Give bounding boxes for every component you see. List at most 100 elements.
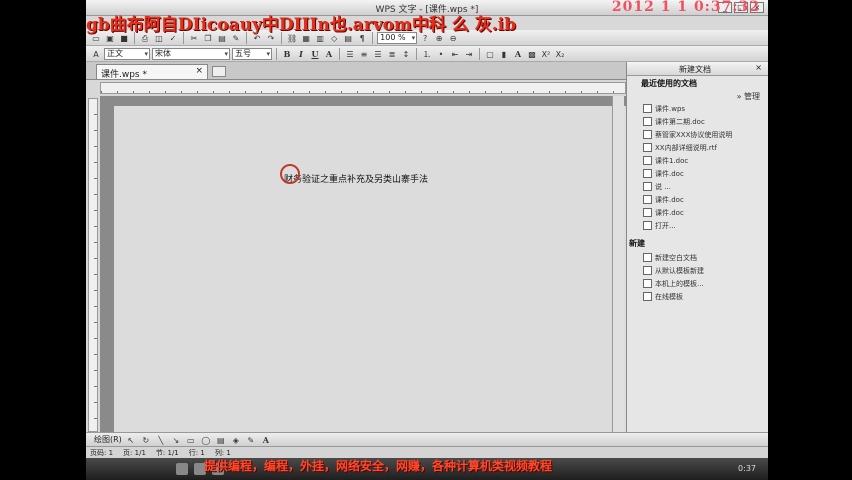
align-center-icon[interactable]: ≡ [358,48,370,60]
bold-button[interactable]: B [281,48,293,60]
increase-indent-icon[interactable]: ⇥ [463,48,475,60]
mouse-cursor-highlight [280,164,300,184]
line-spacing-icon[interactable]: ↕ [400,48,412,60]
footer-ad-text: 提供编程，编程，外挂，网络安全，网赚，各种计算机类视频教程 [204,459,553,473]
open-item[interactable]: 打开... [627,219,768,232]
font-select[interactable]: 宋体 [152,47,230,60]
superscript-button[interactable]: X² [540,48,552,60]
recent-doc-item[interactable]: 课件第二期.doc [627,115,768,128]
taskbar-clock: 0:37 [738,464,756,473]
document-page[interactable]: 财务验证之重点补充及另类山寨手法 [114,106,626,432]
document-icon [643,156,652,165]
decrease-indent-icon[interactable]: ⇤ [449,48,461,60]
recent-docs-heading: 最近使用的文档 [641,79,697,88]
new-blank-doc-item[interactable]: 新建空白文档 [627,251,768,264]
open-folder-icon [643,221,652,230]
vertical-scrollbar[interactable] [612,96,624,432]
toolbar-divider [339,47,340,60]
tab-label: 课件.wps * [101,70,147,80]
recent-docs-list: 课件.wps 课件第二期.doc 蔡管家XXX协议使用说明 XX内部详细说明.r… [627,102,768,232]
task-pane-header: 新建文档 × [627,62,768,76]
recording-clock: 2012 1 1 0:37:32 [611,0,760,15]
document-icon [643,117,652,126]
status-pages: 页: 1/1 [123,448,146,457]
recent-doc-item[interactable]: 课件.doc [627,206,768,219]
wps-window: WPS 文字 - [课件.wps *] _ □ × ▭ ▣ ■ ⎙ ◫ ✓ ✂ … [86,0,768,480]
justify-icon[interactable]: ≣ [386,48,398,60]
drawing-menu[interactable]: 绘图(R) [94,434,122,445]
line-color-icon[interactable]: ✎ [245,434,257,446]
recent-doc-item[interactable]: 课件.doc [627,193,768,206]
bullets-icon[interactable]: • [435,48,447,60]
new-from-default-item[interactable]: 从默认模板新建 [627,264,768,277]
manage-link[interactable]: » 管理 [627,91,768,102]
recent-doc-item[interactable]: 课件.wps [627,102,768,115]
task-pane-close-icon[interactable]: × [755,63,762,72]
toolbar-divider [416,47,417,60]
vertical-ruler[interactable] [88,98,98,432]
document-tab-bar: 课件.wps * × [86,62,626,80]
fill-color-icon[interactable]: ◈ [230,434,242,446]
recent-doc-item[interactable]: 课件1.doc [627,154,768,167]
globe-icon [643,292,652,301]
underline-button[interactable]: U [309,48,321,60]
textbox-icon[interactable]: ▤ [215,434,227,446]
local-templates-item[interactable]: 本机上的模板... [627,277,768,290]
status-page: 页码: 1 [90,448,114,457]
italic-button[interactable]: I [295,48,307,60]
recent-doc-item[interactable]: XX内部详细说明.rtf [627,141,768,154]
new-heading: 新建 [629,239,645,248]
document-icon [643,208,652,217]
recent-doc-item[interactable]: 蔡管家XXX协议使用说明 [627,128,768,141]
draw-font-color-icon[interactable]: A [260,434,272,446]
oval-icon[interactable]: ◯ [200,434,212,446]
status-row: 行: 1 [188,448,205,457]
rotate-icon[interactable]: ↻ [140,434,152,446]
line-icon[interactable]: ╲ [155,434,167,446]
status-col: 列: 1 [214,448,231,457]
document-area: 财务验证之重点补充及另类山寨手法 [100,96,626,432]
format-toolbar: A 正文 宋体 五号 B I U A ☰ ≡ ☰ ≣ ↕ ⒈ • ⇤ ⇥ ▢ ▮… [86,46,768,62]
close-tab-icon[interactable]: × [195,66,203,76]
start-icon[interactable] [176,463,188,475]
border-icon[interactable]: ▢ [484,48,496,60]
watermark-text: gb曲布阿自DIicoauy中DIIIn也.arvom中科 么 灰.ib [86,15,517,35]
document-icon [643,169,652,178]
horizontal-ruler[interactable] [100,82,626,94]
font-color-icon[interactable]: A [512,48,524,60]
align-right-icon[interactable]: ☰ [372,48,384,60]
document-icon [643,130,652,139]
document-icon [643,143,652,152]
new-tab-icon[interactable] [212,66,226,77]
align-left-icon[interactable]: ☰ [344,48,356,60]
numbering-icon[interactable]: ⒈ [421,48,433,60]
char-shading-icon[interactable]: ▩ [526,48,538,60]
styles-icon[interactable]: A [90,48,102,60]
template-icon [643,279,652,288]
subscript-button[interactable]: X₂ [554,48,566,60]
online-templates-item[interactable]: 在线模板 [627,290,768,303]
font-size-select[interactable]: 五号 [232,47,272,60]
rectangle-icon[interactable]: ▭ [185,434,197,446]
drawing-toolbar: 绘图(R) ↖ ↻ ╲ ↘ ▭ ◯ ▤ ◈ ✎ A [86,432,768,446]
document-icon [643,104,652,113]
toolbar-divider [479,47,480,60]
task-pane-title: 新建文档 [679,65,711,74]
status-section: 节: 1/1 [155,448,179,457]
style-select[interactable]: 正文 [104,47,150,60]
recent-doc-item[interactable]: 说 ... [627,180,768,193]
document-icon [643,182,652,191]
document-icon [643,195,652,204]
select-cursor-icon[interactable]: ↖ [125,434,137,446]
task-pane: 新建文档 × 最近使用的文档 » 管理 课件.wps 课件第二期.doc 蔡管家… [626,62,768,432]
arrow-icon[interactable]: ↘ [170,434,182,446]
new-doc-list: 新建空白文档 从默认模板新建 本机上的模板... 在线模板 [627,251,768,303]
tab-document[interactable]: 课件.wps * × [96,64,208,80]
font-color-button[interactable]: A [323,48,335,60]
template-icon [643,266,652,275]
blank-doc-icon [643,253,652,262]
toolbar-divider [276,47,277,60]
highlight-icon[interactable]: ▮ [498,48,510,60]
document-text[interactable]: 财务验证之重点补充及另类山寨手法 [284,172,428,185]
recent-doc-item[interactable]: 课件.doc [627,167,768,180]
